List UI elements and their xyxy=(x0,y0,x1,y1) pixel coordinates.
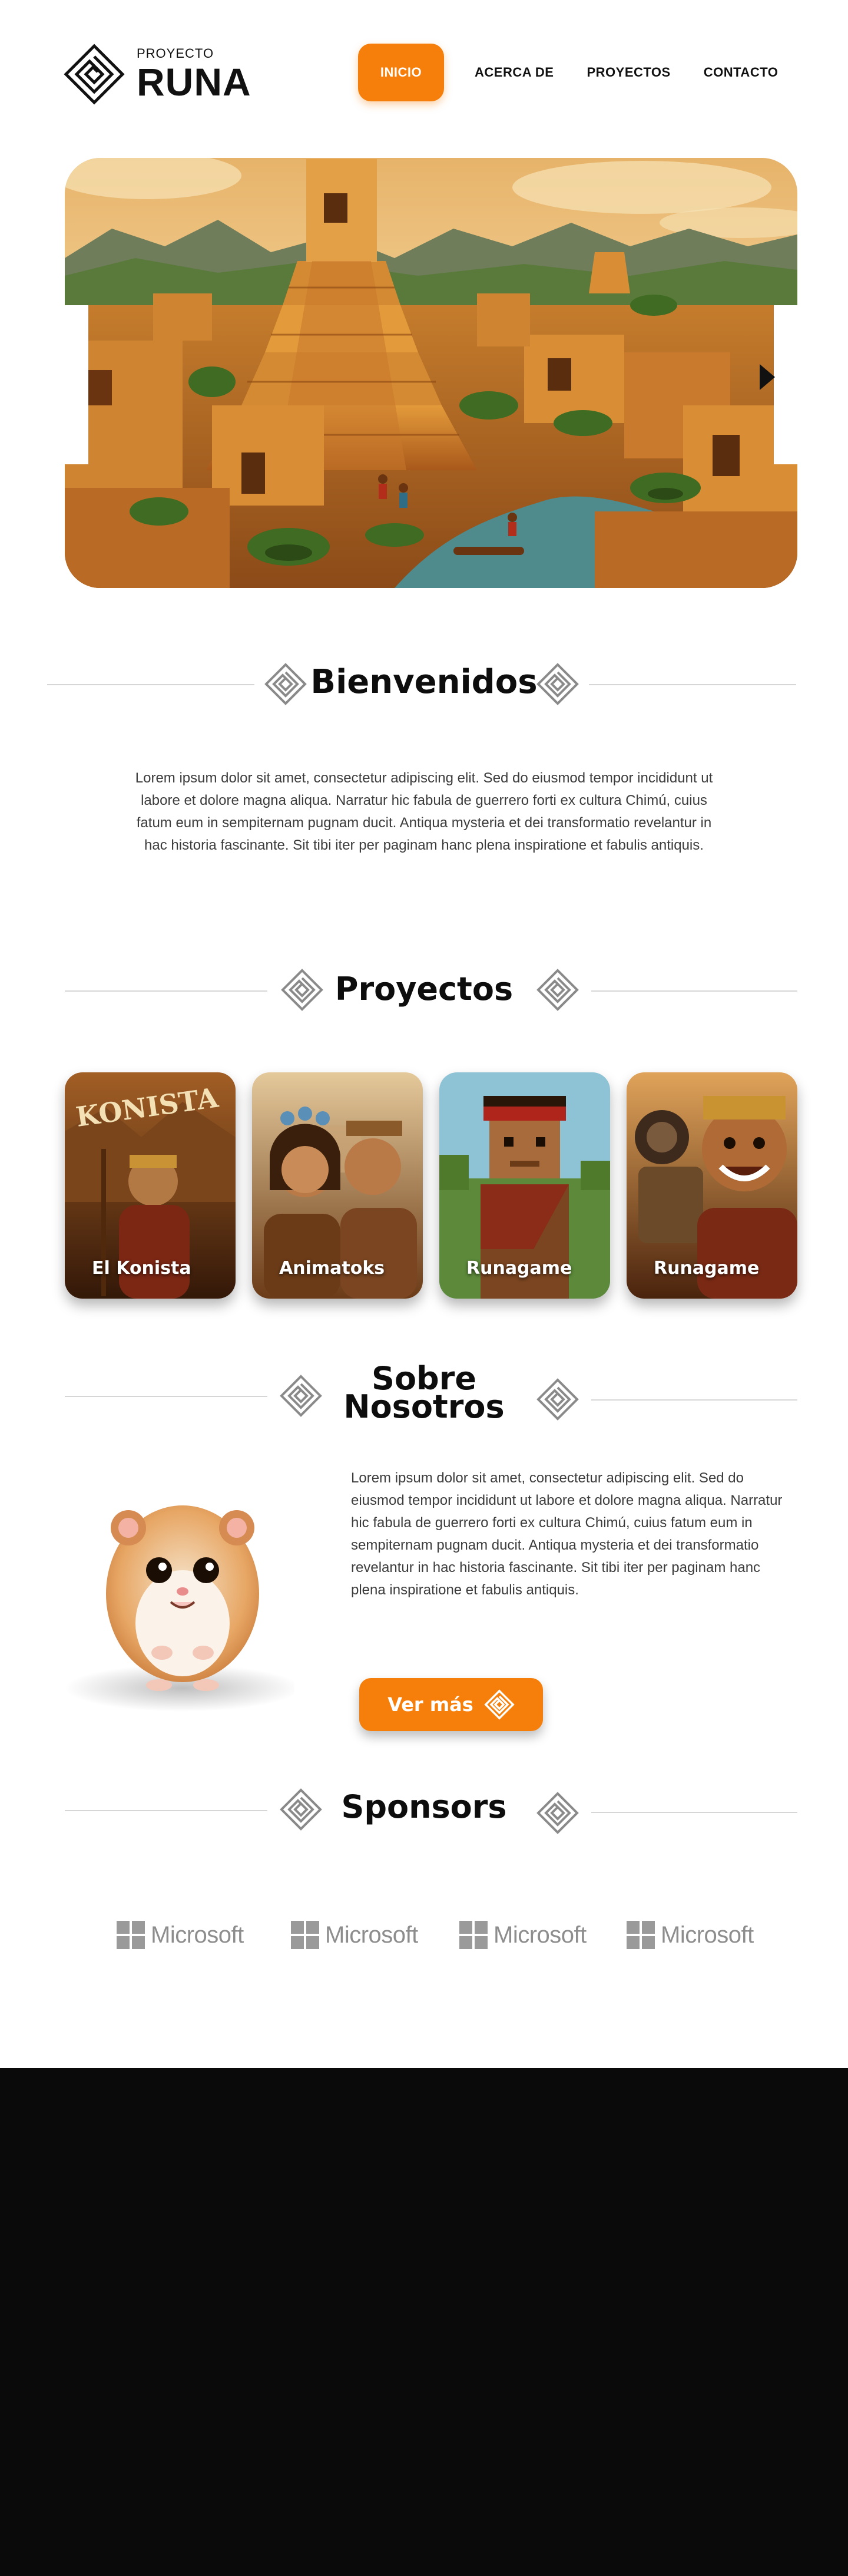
nav-item-proyectos[interactable]: PROYECTOS xyxy=(587,44,670,101)
next-arrow-icon[interactable] xyxy=(760,364,775,390)
spiral-diamond-icon xyxy=(64,44,125,105)
hero-image xyxy=(65,158,797,588)
sponsor-name: Microsoft xyxy=(325,1921,418,1948)
logo-prefix: PROYECTO xyxy=(137,46,214,61)
divider-line-right xyxy=(591,1812,797,1813)
project-card-label: Animatoks xyxy=(279,1258,385,1279)
microsoft-icon xyxy=(459,1921,488,1949)
nav-item-acerca-de[interactable]: ACERCA DE xyxy=(475,44,554,101)
section-title-about-line2: Nosotros xyxy=(343,1388,505,1425)
spiral-diamond-icon xyxy=(484,1689,515,1720)
logo-name: RUNA xyxy=(137,60,251,104)
divider-line-left xyxy=(65,1810,267,1811)
section-title-about: Sobre Nosotros xyxy=(336,1363,512,1425)
project-card-animatoks[interactable]: Animatoks xyxy=(252,1072,423,1299)
project-card-label: Runagame xyxy=(654,1258,760,1279)
spiral-diamond-icon xyxy=(281,969,323,1011)
site-header: PROYECTO RUNA INICIO ACERCA DE PROYECTOS… xyxy=(0,0,848,144)
spiral-diamond-icon xyxy=(536,1792,579,1834)
nav-item-contacto[interactable]: CONTACTO xyxy=(704,44,779,101)
spiral-diamond-icon xyxy=(280,1375,322,1417)
site-footer xyxy=(0,2068,848,2576)
microsoft-icon xyxy=(291,1921,319,1949)
project-card-label: Runagame xyxy=(466,1258,572,1279)
spiral-diamond-icon xyxy=(264,663,307,705)
sponsor-logo-4[interactable]: Microsoft xyxy=(627,1918,754,1951)
divider-line-left xyxy=(47,684,254,685)
divider-line-right xyxy=(591,1399,797,1401)
spiral-diamond-icon xyxy=(280,1788,322,1831)
sponsor-name: Microsoft xyxy=(151,1921,244,1948)
sponsor-logo-1[interactable]: Microsoft xyxy=(117,1918,244,1951)
nav-item-inicio[interactable]: INICIO xyxy=(358,44,444,101)
site-logo[interactable]: PROYECTO RUNA xyxy=(64,44,251,105)
welcome-paragraph: Lorem ipsum dolor sit amet, consectetur … xyxy=(135,770,713,853)
project-card-runagame-1[interactable]: Runagame xyxy=(439,1072,610,1299)
sponsor-logo-3[interactable]: Microsoft xyxy=(459,1918,587,1951)
divider-line-left xyxy=(65,1396,267,1397)
sponsor-name: Microsoft xyxy=(661,1921,754,1948)
hero-notch-right xyxy=(774,305,797,464)
hero-banner xyxy=(65,158,797,588)
about-paragraph: Lorem ipsum dolor sit amet, consectetur … xyxy=(351,1470,783,1598)
spiral-diamond-icon xyxy=(536,969,579,1011)
sponsor-name: Microsoft xyxy=(493,1921,587,1948)
hamster-mascot-image xyxy=(65,1505,294,1712)
spiral-diamond-icon xyxy=(536,663,579,705)
project-card-el-konista[interactable]: KONISTA El Konista xyxy=(65,1072,236,1299)
ver-mas-label: Ver más xyxy=(387,1693,473,1716)
hero-notch-left xyxy=(65,305,88,464)
divider-line-right xyxy=(591,990,797,992)
project-card-label: El Konista xyxy=(92,1258,191,1279)
microsoft-icon xyxy=(627,1921,655,1949)
divider-line-right xyxy=(589,684,796,685)
ver-mas-button[interactable]: Ver más xyxy=(359,1678,543,1731)
divider-line-left xyxy=(65,990,267,992)
section-title-welcome: Bienvenidos xyxy=(310,663,538,701)
sponsor-logo-2[interactable]: Microsoft xyxy=(291,1918,418,1951)
microsoft-icon xyxy=(117,1921,145,1949)
section-title-projects: Proyectos xyxy=(334,970,514,1008)
main-nav: INICIO ACERCA DE PROYECTOS CONTACTO xyxy=(358,44,778,101)
spiral-diamond-icon xyxy=(536,1378,579,1421)
section-title-sponsors: Sponsors xyxy=(341,1788,507,1825)
project-card-runagame-2[interactable]: Runagame xyxy=(627,1072,797,1299)
